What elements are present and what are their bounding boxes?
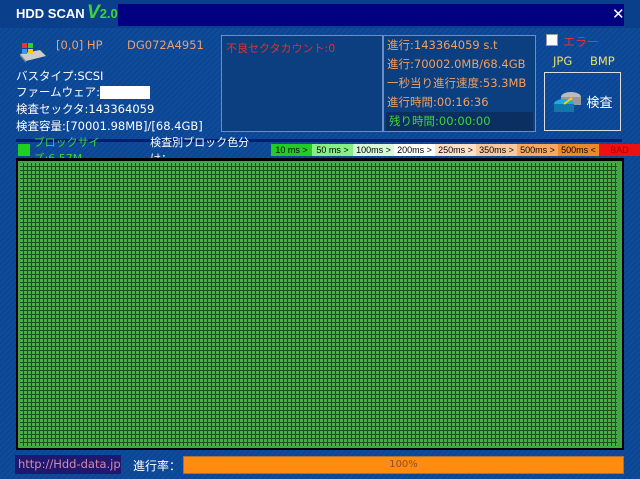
version-v: V	[87, 2, 100, 23]
legend-item: 200ms >	[394, 143, 435, 156]
legend-item: BAD	[599, 143, 640, 156]
bad-sector-count: 不良セクタカウント:0	[226, 42, 336, 55]
app-title: HDD SCAN	[16, 6, 85, 21]
legend-item: 350ms >	[476, 143, 517, 156]
legend-item: 500ms <	[558, 143, 599, 156]
close-button[interactable]: ✕	[612, 5, 625, 23]
progress-rate-label: 進行率：	[133, 459, 182, 473]
website-link[interactable]: http://Hdd-data.jp	[15, 455, 121, 474]
legend-row: ブロックサイズ:6.57M 検査別ブロック色分け： 10 ms >50 ms >…	[18, 136, 640, 165]
jpg-button[interactable]: JPG	[553, 54, 572, 68]
disk-scan-icon	[554, 91, 582, 112]
progress-bar: 100%	[183, 456, 624, 474]
legend-item: 100ms >	[353, 143, 394, 156]
progress-fill: 100%	[184, 457, 623, 473]
legend-item: 250ms >	[435, 143, 476, 156]
drive-id: [0,0] HP	[56, 38, 103, 52]
scan-button[interactable]: 検査	[544, 72, 621, 131]
drive-model: DG072A4951	[127, 38, 204, 52]
app-version: V2.0	[87, 2, 118, 24]
sector-count: 検査セックタ:143364059	[16, 102, 155, 116]
firmware-label: ファームウェア:	[16, 85, 101, 99]
bmp-button[interactable]: BMP	[590, 54, 615, 68]
firmware: ファームウェア:	[16, 84, 151, 100]
legend-item: 50 ms >	[312, 143, 353, 156]
bad-sector-panel: 不良セクタカウント:0	[221, 35, 383, 132]
scan-label: 検査	[586, 96, 613, 111]
legend-items: 10 ms >50 ms >100ms >200ms >250ms >350ms…	[271, 143, 640, 156]
speed: 一秒当り進行速度:53.3MB	[387, 76, 527, 90]
error-label: エラー	[563, 35, 600, 49]
error-checkbox[interactable]	[546, 34, 558, 46]
bus-type: バスタイプ:SCSI	[16, 69, 104, 83]
progress-sectors: 進行:143364059 s.t	[387, 38, 498, 52]
capacity: 検査容量:[70001.98MB]/[68.4GB]	[16, 119, 203, 133]
hard-drive-icon	[20, 43, 46, 63]
stats-panel: 進行:143364059 s.t 進行:70002.0MB/68.4GB 一秒当…	[383, 35, 536, 132]
firmware-value	[100, 86, 151, 99]
remaining-time: 残り時間:00:00:00	[386, 112, 533, 131]
block-color-swatch	[18, 143, 30, 156]
elapsed-time: 進行時間:00:16:36	[387, 95, 489, 109]
block-cells	[20, 163, 617, 446]
legend-item: 10 ms >	[271, 143, 312, 156]
legend-item: 500ms >	[517, 143, 558, 156]
block-map	[16, 158, 624, 450]
title-bar-fill	[118, 4, 624, 26]
version-number: 2.0	[99, 6, 118, 21]
progress-size: 進行:70002.0MB/68.4GB	[387, 57, 526, 71]
